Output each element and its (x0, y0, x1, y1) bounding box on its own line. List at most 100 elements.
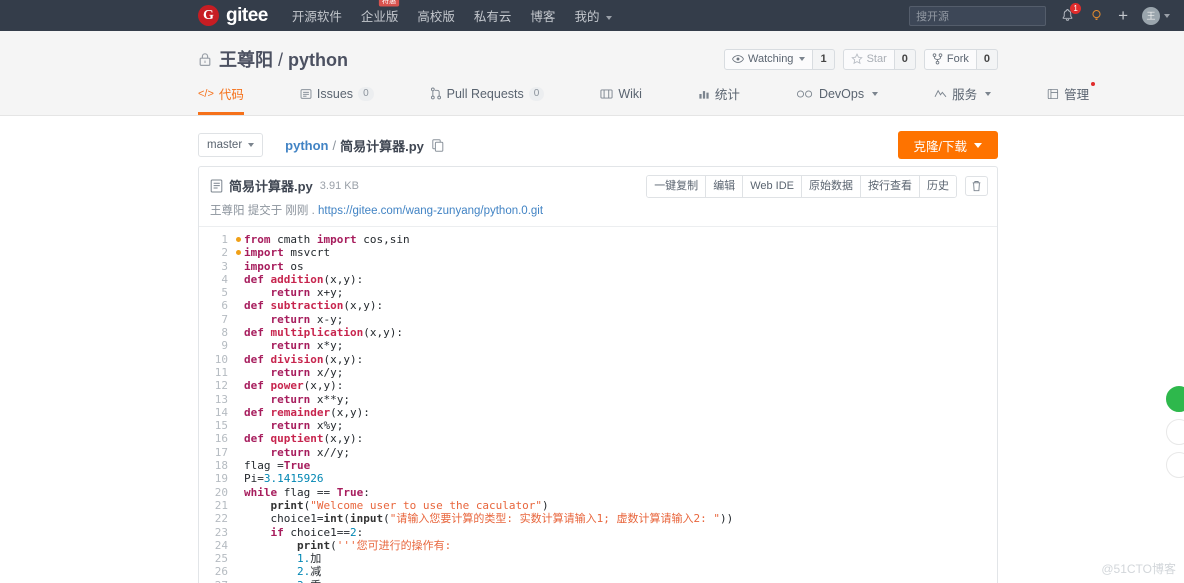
clone-download-button[interactable]: 克隆/下载 (897, 131, 998, 159)
gitee-logo[interactable]: G gitee (198, 5, 268, 27)
eye-icon (732, 55, 744, 63)
trash-icon (972, 181, 981, 192)
star-button[interactable]: Star (842, 48, 895, 70)
star-count[interactable]: 0 (894, 48, 916, 70)
search-input[interactable]: 搜开源 (909, 5, 1047, 26)
fork-icon (932, 53, 943, 65)
lightbulb-glyph (1092, 10, 1101, 20)
file-icon (210, 179, 223, 193)
nav-item-privatecloud[interactable]: 私有云 (474, 6, 512, 25)
line-number: 27 (199, 579, 228, 583)
breadcrumb-current-file: 简易计算器.py (340, 138, 424, 154)
lightbulb-icon[interactable] (1089, 8, 1104, 23)
top-nav-menu: 开源软件 企业版 特惠 高校版 私有云 博客 我的 (292, 0, 612, 25)
branch-selector[interactable]: master (198, 133, 264, 157)
code-line: Pi=3.1415926 (244, 472, 324, 486)
file-view-panel: 简易计算器.py 3.91 KB 王尊阳 提交于 刚刚 . https://gi… (198, 166, 998, 583)
raw-data-button[interactable]: 原始数据 (802, 176, 861, 197)
chevron-down-icon (605, 15, 612, 20)
line-number: 5 (221, 286, 228, 300)
watermark: @51CTO博客 (1101, 562, 1176, 576)
code-line: return x-y; (270, 312, 344, 326)
top-nav-right-area: 搜开源 1 + 王 (909, 3, 1176, 26)
line-number: 18 (214, 459, 228, 473)
line-number: 6 (221, 299, 228, 313)
code-line: return x/y; (270, 365, 344, 379)
history-button[interactable]: 历史 (920, 176, 956, 197)
lock-icon (198, 52, 212, 67)
tab-services-label: 服务 (952, 88, 978, 102)
nav-item-opensource[interactable]: 开源软件 (292, 6, 342, 25)
tab-statistics[interactable]: 统计 (698, 84, 740, 115)
web-ide-button[interactable]: Web IDE (743, 176, 802, 197)
line-marker (233, 432, 244, 445)
breadcrumb-repo-link[interactable]: python (285, 138, 328, 153)
code-line: def subtraction(x,y): (244, 299, 384, 313)
clone-download-label: 克隆/下载 (913, 139, 967, 154)
line-marker (233, 579, 244, 583)
watch-button[interactable]: Watching (723, 48, 814, 70)
tab-code[interactable]: </> 代码 (198, 84, 244, 115)
line-marker (233, 313, 244, 326)
code-content[interactable]: from cmath import cos,sin import msvcrt im… (244, 233, 997, 583)
repo-owner-link[interactable]: 王尊阳 (219, 50, 273, 70)
code-line: 2.减 (296, 565, 322, 579)
tab-devops-label: DevOps (818, 86, 865, 101)
nav-item-mine-label: 我的 (574, 10, 600, 24)
copy-path-icon[interactable] (432, 138, 444, 152)
code-line: def multiplication(x,y): (244, 326, 403, 340)
chevron-down-icon (799, 57, 806, 61)
nav-item-university[interactable]: 高校版 (417, 6, 455, 25)
code-icon: </> (198, 87, 214, 100)
pr-icon (430, 87, 441, 100)
code-line: def quptient(x,y): (244, 432, 364, 446)
nav-item-mine[interactable]: 我的 (574, 6, 612, 25)
edit-button[interactable]: 编辑 (706, 176, 744, 197)
line-marker (233, 273, 244, 286)
floating-side-widget (1158, 386, 1184, 485)
nav-item-enterprise[interactable]: 企业版 特惠 (361, 0, 399, 25)
line-number: 23 (214, 525, 228, 539)
tab-pull-requests[interactable]: Pull Requests 0 (430, 84, 545, 115)
tab-devops[interactable]: DevOps (796, 84, 879, 115)
add-new-icon[interactable]: + (1118, 7, 1128, 24)
line-number: 11 (214, 365, 228, 379)
tab-manage[interactable]: 管理 (1047, 82, 1096, 115)
blame-button[interactable]: 按行查看 (861, 176, 920, 197)
user-avatar-menu[interactable]: 王 (1142, 6, 1170, 25)
line-marker (233, 486, 244, 499)
nav-item-blog[interactable]: 博客 (530, 6, 555, 25)
tab-manage-label: 管理 (1064, 88, 1090, 102)
line-marker (233, 499, 244, 512)
line-number: 8 (221, 326, 228, 340)
copy-all-button[interactable]: 一键复制 (647, 176, 707, 197)
commit-author[interactable]: 王尊阳 (210, 205, 245, 217)
code-line: print("Welcome user to use the caculator… (270, 498, 549, 512)
repo-name-link[interactable]: python (288, 50, 348, 70)
tab-services[interactable]: 服务 (934, 84, 992, 115)
side-action-button-2[interactable] (1166, 452, 1184, 478)
breadcrumb-separator: / (332, 137, 337, 153)
fork-count[interactable]: 0 (976, 48, 998, 70)
code-line: choice1=int(input("请输入您要计算的类型: 实数计算请输入1;… (244, 512, 734, 526)
notification-bell-icon[interactable]: 1 (1060, 3, 1082, 23)
watch-count[interactable]: 1 (813, 48, 835, 70)
repo-title-separator: / (273, 50, 289, 70)
file-toolbar: 一键复制 编辑 Web IDE 原始数据 按行查看 历史 (646, 175, 988, 198)
line-marker (233, 446, 244, 459)
commit-message-link[interactable]: https://gitee.com/wang-zunyang/python.0.… (318, 205, 543, 217)
code-line: import msvcrt (244, 246, 331, 260)
fork-button[interactable]: Fork (923, 48, 977, 70)
feedback-button[interactable] (1166, 386, 1184, 412)
chevron-down-icon (1164, 13, 1170, 18)
side-action-button-1[interactable] (1166, 419, 1184, 445)
tab-issues[interactable]: Issues 0 (300, 84, 374, 115)
line-number: 20 (214, 485, 228, 499)
line-number-gutter: 1 2 3 4 5 6 7 8 9 10 11 12 13 14 15 16 17 18 19 20 21 22 23 24 2… (199, 233, 233, 583)
delete-file-button[interactable] (965, 176, 988, 197)
line-number: 21 (214, 498, 228, 512)
tab-issues-count: 0 (358, 86, 374, 101)
star-button-group: Star 0 (842, 48, 916, 70)
line-marker (233, 565, 244, 578)
tab-wiki[interactable]: Wiki (600, 84, 642, 115)
